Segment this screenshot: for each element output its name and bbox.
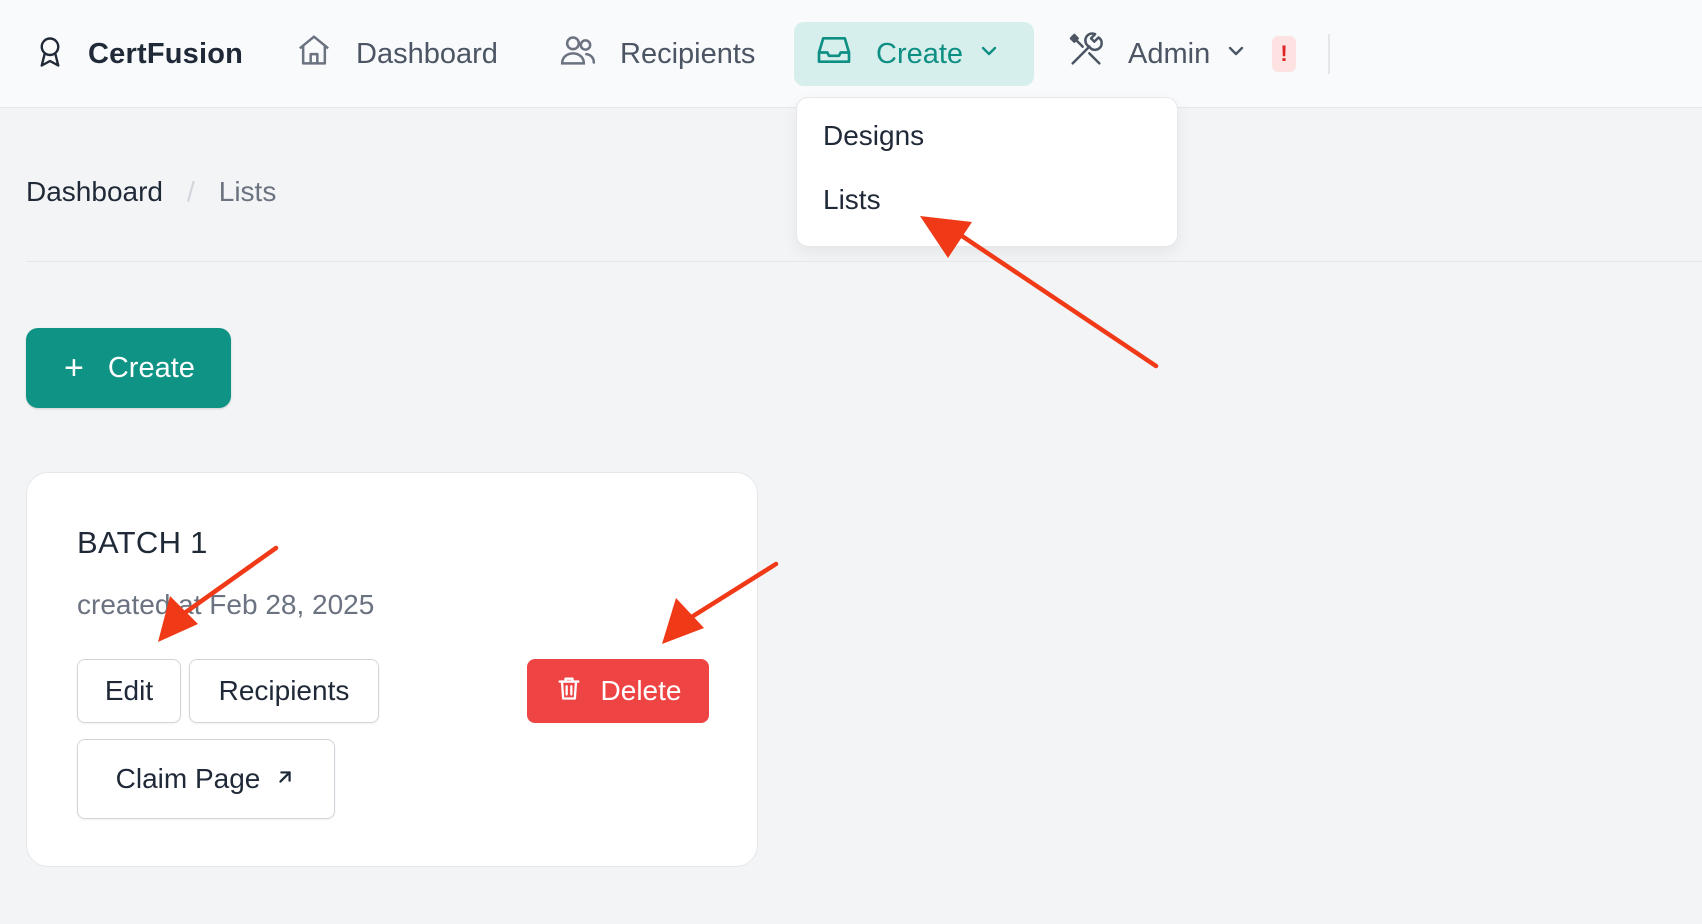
claim-page-link[interactable]: Claim Page bbox=[77, 739, 335, 819]
divider bbox=[26, 261, 1702, 262]
nav-admin-label: Admin bbox=[1128, 37, 1211, 70]
top-navbar: CertFusion Dashboard Recipients Create A… bbox=[0, 0, 1702, 108]
edit-button[interactable]: Edit bbox=[77, 659, 181, 723]
chevron-down-icon bbox=[963, 38, 1001, 71]
create-list-label: Create bbox=[107, 351, 195, 384]
award-ribbon-icon bbox=[32, 34, 68, 75]
list-title: BATCH 1 bbox=[77, 525, 208, 560]
create-list-button[interactable]: + Create bbox=[26, 328, 231, 408]
breadcrumb-dashboard[interactable]: Dashboard bbox=[26, 176, 163, 208]
brand[interactable]: CertFusion bbox=[32, 32, 243, 76]
inbox-tray-icon bbox=[814, 30, 854, 78]
nav-create-menu[interactable]: Create bbox=[794, 22, 1034, 86]
nav-admin-menu[interactable]: Admin bbox=[1046, 22, 1268, 86]
list-card: BATCH 1 created at Feb 28, 2025 Edit Rec… bbox=[26, 472, 758, 867]
menu-item-lists[interactable]: Lists bbox=[823, 184, 881, 216]
nav-divider bbox=[1328, 34, 1330, 74]
tools-icon bbox=[1066, 30, 1106, 78]
create-dropdown-menu: Designs Lists bbox=[796, 97, 1178, 247]
home-icon bbox=[294, 30, 334, 78]
nav-create-label: Create bbox=[876, 37, 964, 70]
claim-page-label: Claim Page bbox=[115, 763, 261, 794]
external-link-icon bbox=[260, 763, 296, 795]
nav-recipients[interactable]: Recipients bbox=[538, 22, 775, 86]
alert-badge[interactable]: ! bbox=[1272, 36, 1296, 72]
brand-name: CertFusion bbox=[88, 37, 244, 70]
trash-icon bbox=[555, 674, 601, 709]
users-icon bbox=[558, 30, 598, 78]
breadcrumb: Dashboard / Lists bbox=[26, 176, 276, 208]
nav-recipients-label: Recipients bbox=[620, 37, 756, 70]
list-created-date: created at Feb 28, 2025 bbox=[77, 589, 375, 620]
nav-dashboard-label: Dashboard bbox=[356, 37, 498, 70]
menu-item-designs[interactable]: Designs bbox=[823, 120, 924, 152]
recipients-button[interactable]: Recipients bbox=[189, 659, 379, 723]
breadcrumb-separator: / bbox=[186, 176, 195, 207]
breadcrumb-current: Lists bbox=[218, 176, 277, 207]
plus-icon: + bbox=[64, 349, 84, 387]
delete-label: Delete bbox=[600, 675, 682, 706]
chevron-down-icon bbox=[1210, 38, 1248, 71]
delete-button[interactable]: Delete bbox=[527, 659, 709, 723]
nav-dashboard[interactable]: Dashboard bbox=[274, 22, 518, 86]
